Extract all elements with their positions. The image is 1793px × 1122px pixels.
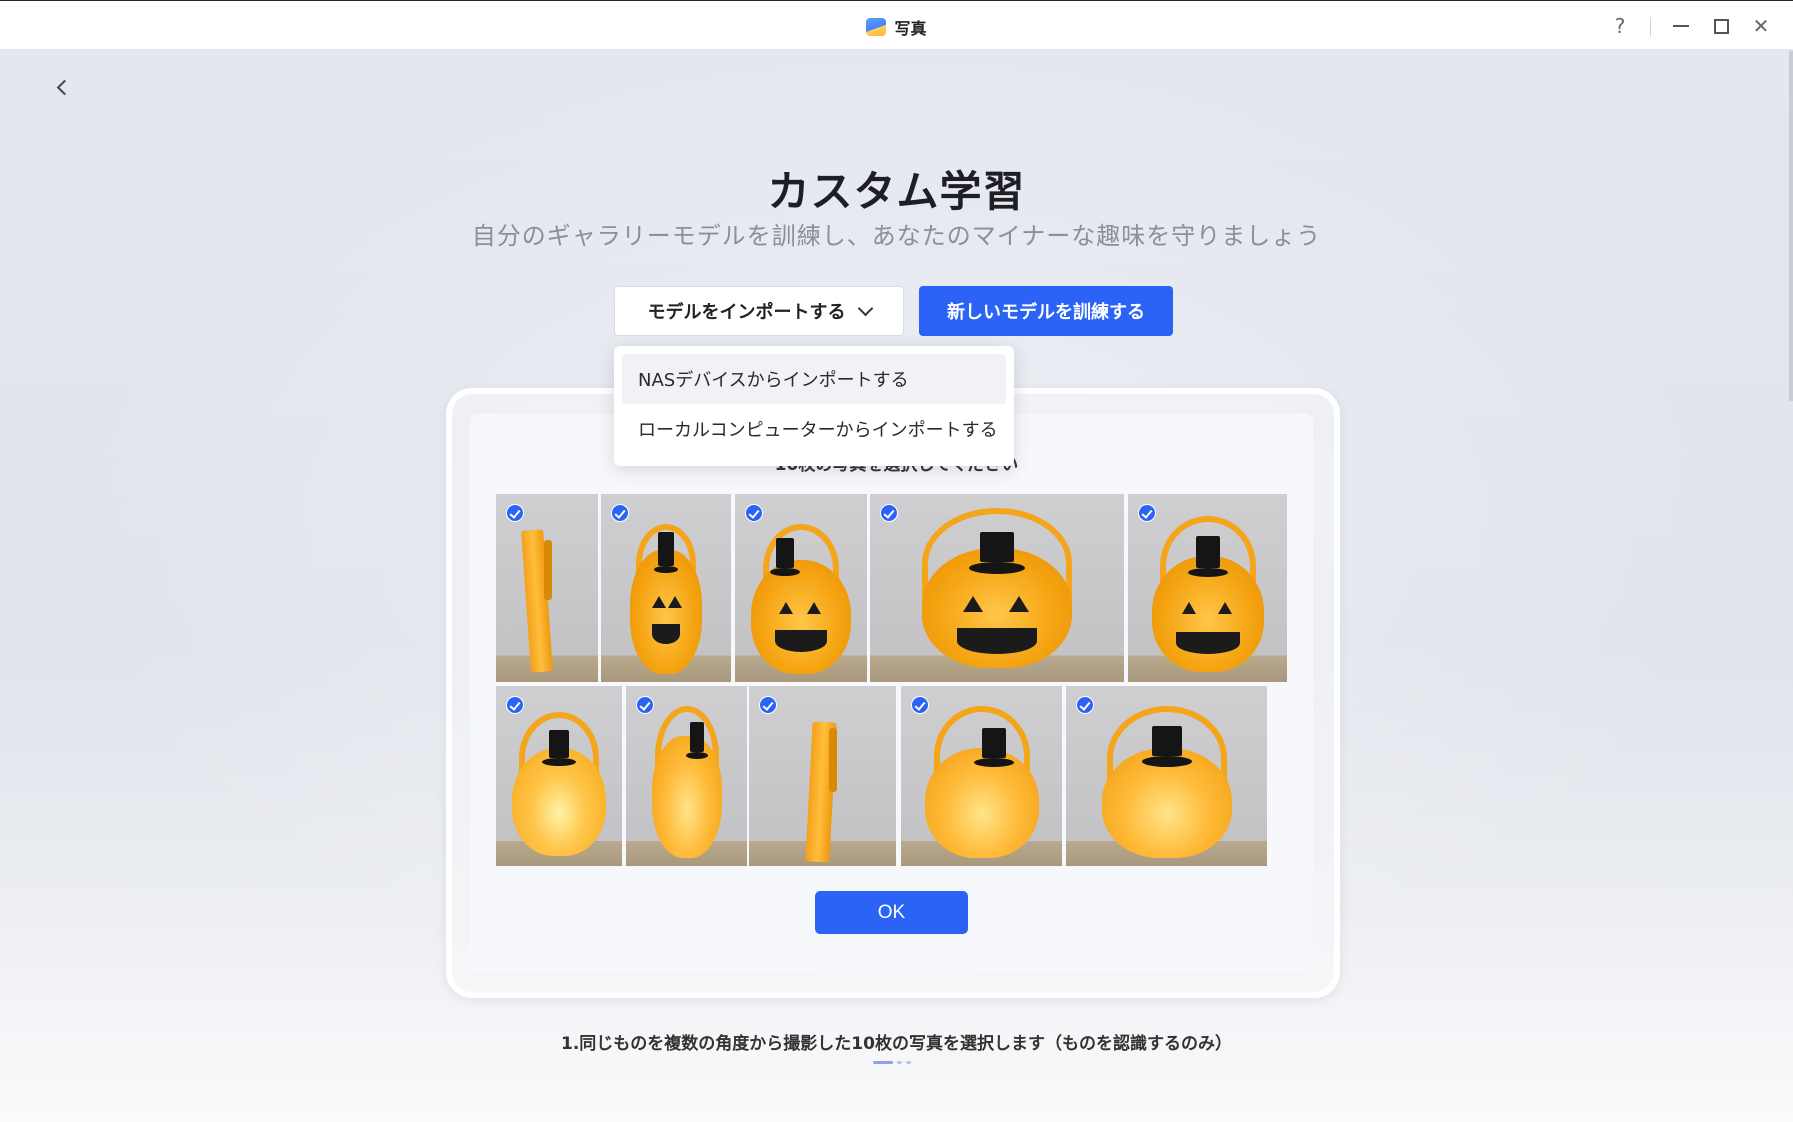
checkmark-icon[interactable] <box>745 504 763 522</box>
jack-o-lantern-face-image <box>646 590 686 650</box>
step-dot[interactable] <box>906 1061 911 1064</box>
checkmark-icon[interactable] <box>611 504 629 522</box>
import-dropdown-menu: NASデバイスからインポートする ローカルコンピューターからインポートする <box>614 346 1014 466</box>
app-title: 写真 <box>0 15 1793 39</box>
title-bar: 写真 ? ✕ <box>0 0 1793 50</box>
photo-thumbnail[interactable] <box>1128 494 1287 682</box>
ok-button[interactable]: OK <box>815 891 968 934</box>
chevron-down-icon <box>857 300 873 316</box>
jack-o-lantern-face-image <box>947 590 1047 660</box>
top-hat-image <box>685 722 708 759</box>
step-dot-active[interactable] <box>873 1061 893 1064</box>
checkmark-icon[interactable] <box>506 504 524 522</box>
page-title: カスタム学習 <box>767 167 1026 216</box>
photo-thumbnail[interactable] <box>870 494 1124 682</box>
import-model-label: モデルをインポートする <box>647 302 846 323</box>
app-title-label: 写真 <box>894 19 927 38</box>
minimize-icon <box>1673 25 1689 27</box>
step-description: 1.同じものを複数の角度から撮影した10枚の写真を選択します（ものを認識するのみ… <box>561 1034 1232 1054</box>
photos-app-icon <box>866 18 887 36</box>
help-icon: ? <box>1614 14 1626 38</box>
maximize-button[interactable] <box>1706 11 1736 41</box>
photo-thumbnail[interactable] <box>496 686 622 866</box>
checkmark-icon[interactable] <box>759 696 777 714</box>
checkmark-icon[interactable] <box>911 696 929 714</box>
top-hat-image <box>973 728 1014 767</box>
page-subtitle: 自分のギャラリーモデルを訓練し、あなたのマイナーな趣味を守りましょう <box>471 222 1322 250</box>
titlebar-divider <box>1650 17 1651 37</box>
top-hat-image <box>542 730 576 766</box>
basket-handle-image <box>544 540 552 600</box>
top-hat-image <box>770 538 800 576</box>
jack-o-lantern-face-image <box>1170 598 1246 660</box>
photo-thumbnail[interactable] <box>901 686 1062 866</box>
import-model-button[interactable]: モデルをインポートする <box>614 286 904 336</box>
checkmark-icon[interactable] <box>636 696 654 714</box>
photo-thumbnail[interactable] <box>601 494 731 682</box>
minimize-button[interactable] <box>1666 11 1696 41</box>
menu-item-import-from-nas[interactable]: NASデバイスからインポートする <box>622 354 1006 404</box>
jack-o-lantern-face-image <box>769 598 833 658</box>
top-hat-image <box>1187 536 1228 577</box>
photo-thumbnail[interactable] <box>626 686 747 866</box>
top-hat-image <box>1141 726 1192 767</box>
help-button[interactable]: ? <box>1605 11 1635 41</box>
step-dot[interactable] <box>897 1061 902 1064</box>
close-button[interactable]: ✕ <box>1746 11 1776 41</box>
chevron-left-icon <box>56 79 72 95</box>
photo-thumbnail[interactable] <box>1066 686 1267 866</box>
close-icon: ✕ <box>1752 14 1770 38</box>
checkmark-icon[interactable] <box>1138 504 1156 522</box>
checkmark-icon[interactable] <box>880 504 898 522</box>
top-hat-image <box>654 532 678 573</box>
top-hat-image <box>969 532 1025 574</box>
photo-thumbnail[interactable] <box>735 494 867 682</box>
back-button[interactable] <box>50 72 74 102</box>
step-indicator <box>873 1061 911 1064</box>
checkmark-icon[interactable] <box>506 696 524 714</box>
maximize-icon <box>1713 18 1729 34</box>
basket-handle-image <box>829 728 837 792</box>
menu-item-import-from-local-computer[interactable]: ローカルコンピューターからインポートする <box>622 404 1006 454</box>
train-new-model-button[interactable]: 新しいモデルを訓練する <box>919 286 1173 336</box>
photo-thumbnail[interactable] <box>749 686 896 866</box>
photo-thumbnail[interactable] <box>496 494 598 682</box>
checkmark-icon[interactable] <box>1076 696 1094 714</box>
